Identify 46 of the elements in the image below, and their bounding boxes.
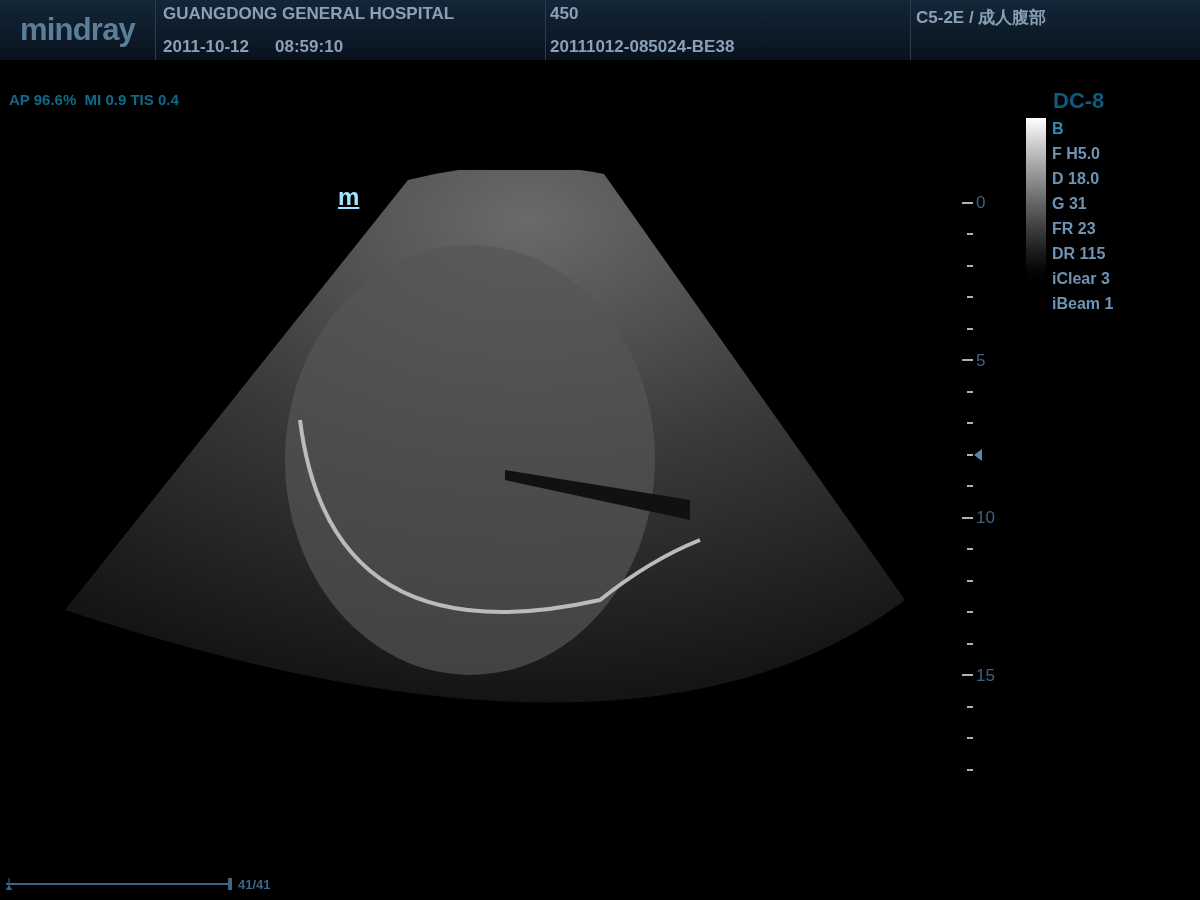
depth-tick	[967, 579, 973, 582]
cine-slider-track[interactable]	[6, 878, 232, 891]
depth-tick	[962, 516, 973, 519]
focus-marker-icon	[974, 448, 982, 461]
depth-label: 5	[976, 349, 986, 372]
exam-time: 08:59:10	[275, 35, 344, 58]
depth-label: 15	[976, 664, 995, 687]
orientation-marker: m	[338, 185, 360, 209]
depth-tick	[967, 548, 973, 551]
imaging-mode: B	[1052, 118, 1065, 139]
depth-tick	[967, 737, 973, 740]
imaging-parameter: DR 115	[1052, 243, 1107, 264]
depth-label: 10	[976, 507, 995, 529]
depth-tick	[967, 390, 973, 393]
acoustic-output-readout: AP 96.6% MI 0.9 TIS 0.4	[9, 90, 179, 110]
depth-tick	[967, 768, 973, 771]
depth-tick	[967, 296, 973, 299]
depth-tick	[962, 674, 973, 677]
depth-tick	[967, 611, 973, 614]
probe-preset: C5-2E / 成人腹部	[916, 7, 1048, 29]
exam-id: 20111012-085024-BE38	[550, 35, 736, 58]
imaging-parameter: iBeam 1	[1052, 293, 1114, 314]
imaging-parameter: iClear 3	[1052, 268, 1111, 289]
imaging-parameter: G 31	[1052, 193, 1088, 214]
depth-tick	[967, 453, 973, 456]
patient-id: 450	[550, 3, 580, 25]
depth-tick	[962, 201, 973, 204]
preset-title: DC-8	[1053, 87, 1106, 115]
cine-start-marker-icon	[6, 878, 13, 891]
hospital-name: GUANGDONG GENERAL HOSPITAL	[163, 3, 456, 25]
cine-slider-thumb[interactable]	[228, 878, 232, 891]
imaging-parameter: F H5.0	[1052, 143, 1101, 164]
logo: mindray	[19, 10, 136, 49]
depth-tick	[962, 359, 973, 362]
imaging-parameter: FR 23	[1052, 218, 1097, 239]
depth-tick	[967, 233, 973, 236]
exam-date: 2011-10-12	[163, 35, 250, 58]
cine-frame-counter: 41/41	[238, 875, 271, 894]
depth-label: 0	[976, 192, 986, 214]
depth-tick	[967, 642, 973, 645]
depth-tick	[967, 327, 973, 330]
depth-tick	[967, 422, 973, 425]
imaging-parameter: D 18.0	[1052, 168, 1101, 189]
depth-tick	[967, 485, 973, 488]
depth-tick	[967, 705, 973, 708]
depth-tick	[967, 264, 973, 267]
